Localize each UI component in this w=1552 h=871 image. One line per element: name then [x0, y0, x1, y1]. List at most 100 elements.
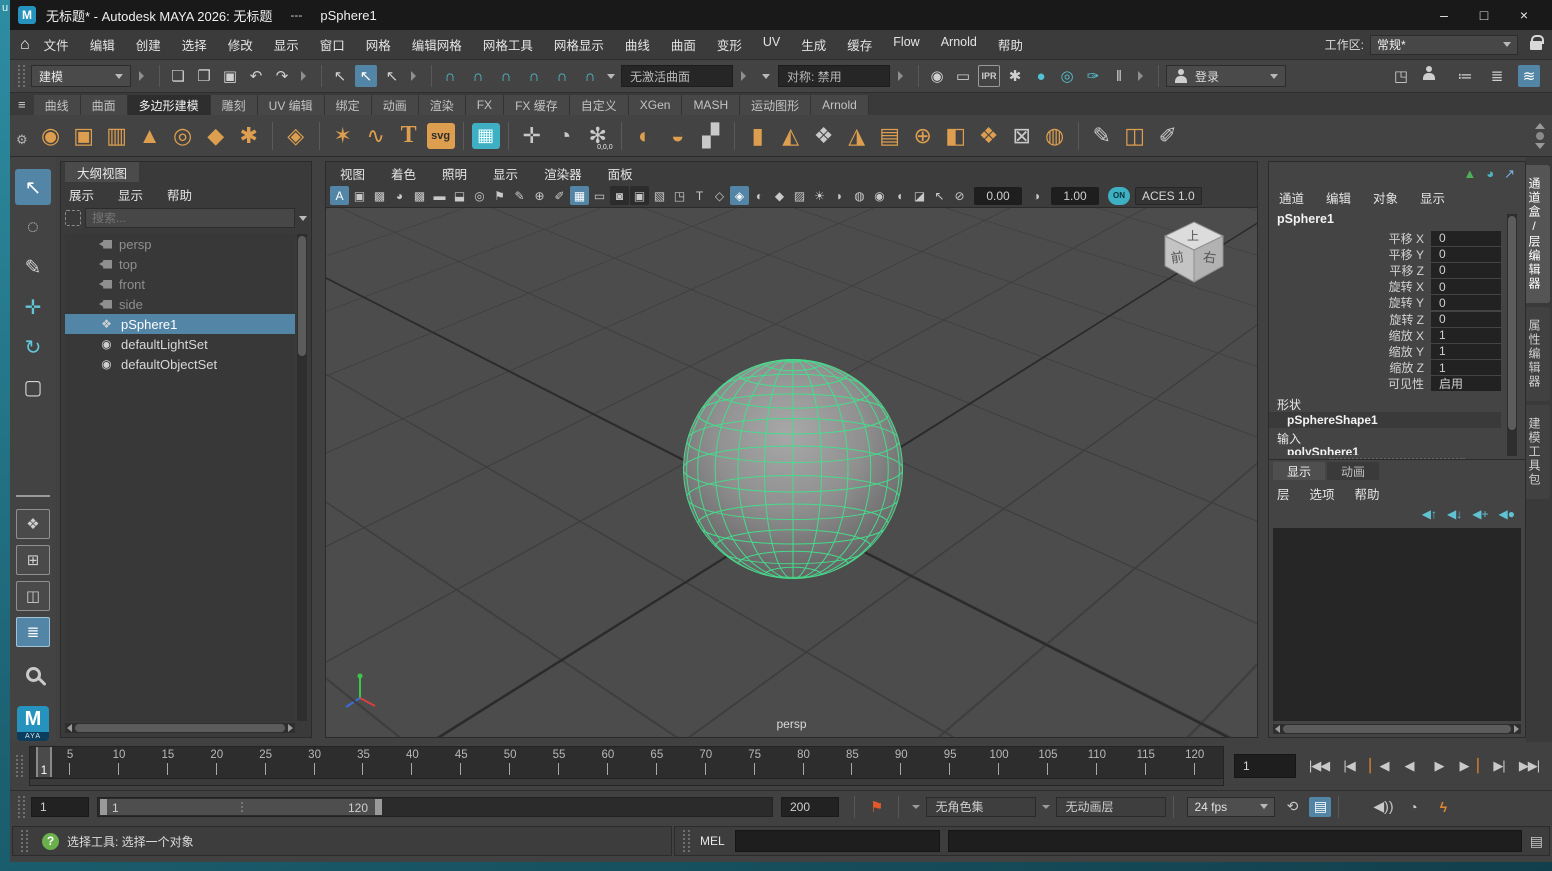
make-live-button[interactable]: ∩: [579, 65, 601, 87]
cached-playback-icon[interactable]: ϟ: [1432, 797, 1454, 817]
channel-value-field[interactable]: 0: [1431, 262, 1501, 278]
hypergraph-icon[interactable]: ▲: [1463, 166, 1476, 182]
menu-item[interactable]: 显示: [274, 35, 299, 54]
menu-item[interactable]: 网格显示: [554, 35, 604, 54]
psphere-mesh[interactable]: [673, 349, 913, 592]
lighting-icon[interactable]: ☀: [810, 186, 829, 205]
script-editor-icon[interactable]: ▤: [1530, 833, 1543, 850]
zoom-search-icon[interactable]: [25, 667, 41, 682]
shelf-tab[interactable]: 自定义: [569, 95, 629, 115]
play-backwards-button[interactable]: ◀: [1396, 754, 1422, 778]
animation-end-field[interactable]: 200: [781, 796, 839, 817]
bridge-button[interactable]: ❖: [809, 120, 839, 152]
layer-menu-item[interactable]: 层: [1277, 484, 1290, 503]
shelf-tab[interactable]: 多边形建模: [127, 95, 211, 115]
shelf-tab[interactable]: FX 缓存: [504, 95, 570, 115]
bookmark-icon[interactable]: ⚑: [870, 798, 883, 816]
drag-grip[interactable]: [18, 795, 25, 818]
layer-list[interactable]: [1273, 528, 1521, 721]
outliner-menu-item[interactable]: 帮助: [167, 185, 192, 204]
timeline-tick[interactable]: 70: [699, 747, 712, 777]
scroll-right-icon[interactable]: [288, 724, 293, 732]
bevel-button[interactable]: ◭: [776, 120, 806, 152]
menu-item[interactable]: 网格工具: [483, 35, 533, 54]
tab-channel-box-layer-editor[interactable]: 通道盒/层编辑器: [1526, 165, 1550, 303]
channel-value-field[interactable]: 0: [1431, 311, 1501, 327]
range-slider-track[interactable]: 1 120: [97, 796, 773, 817]
panel-toggle2-icon[interactable]: ▩: [410, 186, 429, 205]
outliner-menu-item[interactable]: 显示: [118, 185, 143, 204]
shelf-tab[interactable]: 运动图形: [740, 95, 812, 115]
previous-key-button[interactable]: ▏ ◀: [1366, 754, 1392, 778]
search-input[interactable]: [85, 208, 295, 228]
viewport-menu-item[interactable]: 显示: [493, 164, 518, 183]
channel-value-field[interactable]: 1: [1431, 327, 1501, 343]
shelf-menu-icon[interactable]: ≡: [18, 97, 26, 112]
viewport-menu-item[interactable]: 照明: [442, 164, 467, 183]
dof-icon[interactable]: ◖: [890, 186, 909, 205]
redo-button[interactable]: ↷: [271, 65, 293, 87]
chevron-down-icon[interactable]: [299, 215, 307, 221]
gamma-icon[interactable]: ◑: [1027, 186, 1046, 205]
channel-value-field[interactable]: 0: [1431, 295, 1501, 311]
channel-box-menu-item[interactable]: 通道: [1279, 188, 1304, 207]
ipr-render-button[interactable]: IPR: [978, 65, 1000, 87]
crease-tool-button[interactable]: ✎: [1087, 120, 1117, 152]
login-dropdown[interactable]: 登录: [1166, 65, 1286, 87]
extrude-button[interactable]: ▮: [743, 120, 773, 152]
rotate-tool-button[interactable]: ↻: [15, 329, 51, 365]
timeline-tick[interactable]: 120: [1185, 747, 1204, 777]
chevron-down-icon[interactable]: [607, 73, 615, 79]
target-weld-button[interactable]: ⊕: [908, 120, 938, 152]
textured-icon[interactable]: ▨: [790, 186, 809, 205]
panel-a-toggle-icon[interactable]: A: [330, 186, 349, 205]
shelf-tab[interactable]: 曲面: [80, 95, 128, 115]
menu-item[interactable]: 编辑网格: [412, 35, 462, 54]
render-view-button[interactable]: ◉: [926, 65, 948, 87]
viewport-menu-item[interactable]: 视图: [340, 164, 365, 183]
maya-logo[interactable]: M AYA: [17, 706, 49, 741]
anim-layer-dropdown[interactable]: 无动画层: [1056, 796, 1167, 817]
isolate-select-icon[interactable]: ◪: [910, 186, 929, 205]
ssao-icon[interactable]: ◍: [850, 186, 869, 205]
menu-item[interactable]: 创建: [136, 35, 161, 54]
timeline-playhead[interactable]: 1: [36, 747, 52, 777]
menu-item[interactable]: 曲线: [625, 35, 650, 54]
mute-audio-icon[interactable]: ◀)): [1372, 797, 1394, 817]
menu-item[interactable]: 修改: [228, 35, 253, 54]
maximize-button[interactable]: □: [1464, 0, 1504, 30]
menu-item[interactable]: Arnold: [941, 35, 977, 54]
shelf-tab[interactable]: 渲染: [418, 95, 466, 115]
construction-plane-button[interactable]: ✛: [517, 120, 547, 152]
drag-grip[interactable]: [16, 755, 23, 777]
view-cube[interactable]: 上 前 右: [1157, 216, 1231, 293]
undo-button[interactable]: ↶: [245, 65, 267, 87]
pan-zoom-icon[interactable]: ⊕: [530, 186, 549, 205]
layer-menu-item[interactable]: 帮助: [1355, 484, 1380, 503]
shape-node-name[interactable]: pSphereShape1: [1269, 412, 1501, 428]
helix-button[interactable]: ∿: [361, 120, 391, 152]
home-icon[interactable]: ⌂: [20, 36, 30, 54]
grid-icon[interactable]: ▦: [570, 186, 589, 205]
lattice-button[interactable]: ⊠: [1007, 120, 1037, 152]
snap-to-curve-button[interactable]: ∩: [467, 65, 489, 87]
render-flags-button[interactable]: ◎: [1056, 65, 1078, 87]
chevron-down-icon[interactable]: [762, 73, 770, 79]
outliner-persp-layout-button[interactable]: ≣: [16, 617, 50, 647]
paint-effects-button[interactable]: ✑: [1082, 65, 1104, 87]
menu-item[interactable]: Flow: [893, 35, 919, 54]
camera-attributes-icon[interactable]: ◎: [470, 186, 489, 205]
gear-icon[interactable]: ⚙: [16, 132, 28, 148]
ui-elements-icon[interactable]: ▣: [350, 186, 369, 205]
lock-camera-icon[interactable]: ⬓: [450, 186, 469, 205]
play-forwards-button[interactable]: ▶: [1426, 754, 1452, 778]
shelf-tab[interactable]: UV 编辑: [257, 95, 325, 115]
connection-editor-icon[interactable]: ≣: [1486, 65, 1508, 87]
smooth-button[interactable]: ◮: [842, 120, 872, 152]
snap-to-point-button[interactable]: ∩: [495, 65, 517, 87]
exposure-icon[interactable]: ⊘: [950, 186, 969, 205]
viewport-menu-item[interactable]: 面板: [608, 164, 633, 183]
timeline-tick[interactable]: 20: [210, 747, 223, 777]
type-tool-button[interactable]: T: [394, 120, 424, 152]
hypershade-button[interactable]: ●: [1030, 65, 1052, 87]
